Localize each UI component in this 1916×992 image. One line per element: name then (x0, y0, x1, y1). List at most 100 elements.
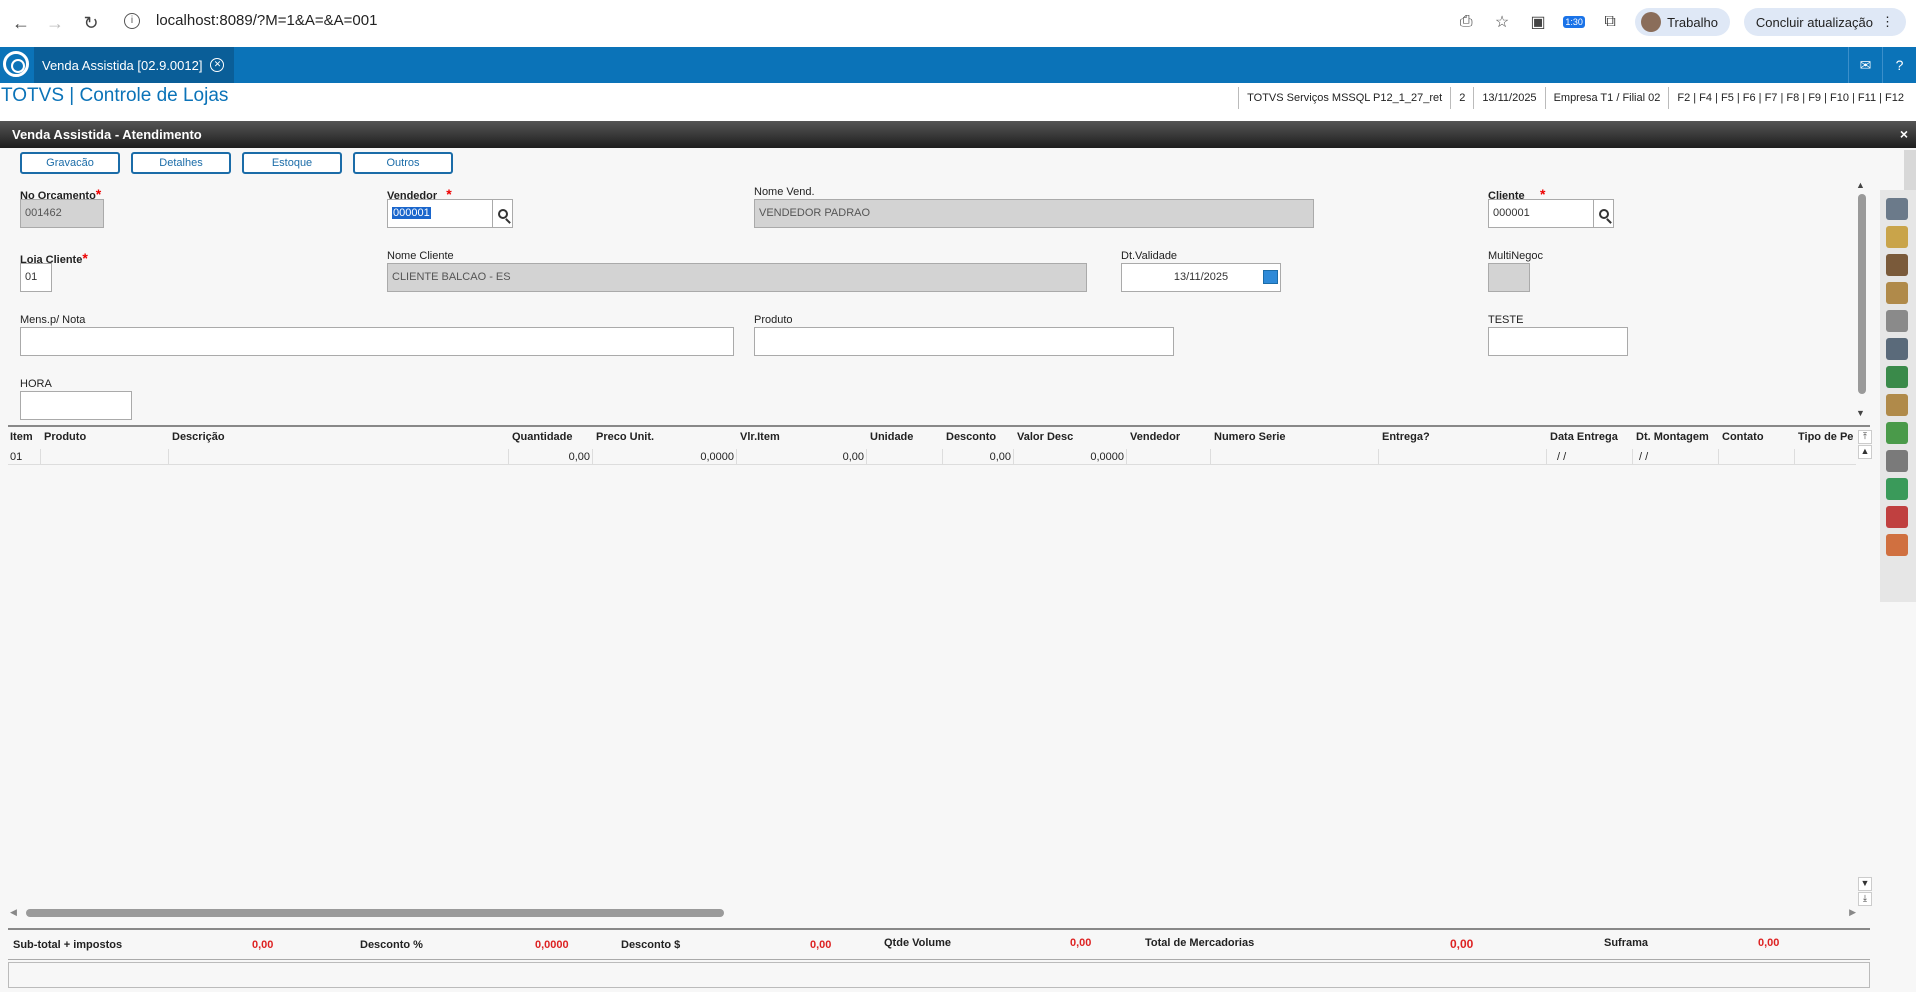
cell-numero-serie[interactable] (1211, 449, 1379, 465)
vendedor-search-icon[interactable] (492, 200, 512, 227)
search-document-icon[interactable] (1886, 310, 1908, 332)
site-info-icon[interactable]: i (124, 13, 140, 29)
tab-close-icon[interactable]: ✕ (210, 58, 225, 72)
produto-field[interactable] (754, 327, 1174, 356)
profile-button[interactable]: Trabalho (1635, 8, 1730, 36)
cell-data-entrega[interactable]: / / (1547, 449, 1633, 465)
exit-door-icon[interactable] (1886, 254, 1908, 276)
grid-down-icon[interactable]: ▼ (1858, 877, 1872, 891)
package-icon[interactable] (1886, 394, 1908, 416)
cell-item[interactable]: 01 (8, 449, 41, 465)
tab-venda-assistida[interactable]: Venda Assistida [02.9.0012] ✕ (34, 47, 235, 83)
col-desconto[interactable]: Desconto (946, 431, 996, 443)
dialog-close-icon[interactable]: × (1900, 126, 1908, 142)
outros-button[interactable]: Outros (353, 152, 453, 174)
form-scrollbar[interactable]: ▲ ▼ (1856, 180, 1868, 420)
truck-icon[interactable] (1886, 338, 1908, 360)
cell-preco-unit[interactable]: 0,0000 (593, 449, 737, 465)
cliente-field[interactable]: 000001 (1488, 199, 1614, 228)
detalhes-button[interactable]: Detalhes (131, 152, 231, 174)
gravacao-button[interactable]: Gravacão (20, 152, 120, 174)
key-icon[interactable] (1886, 450, 1908, 472)
grid-first-icon[interactable]: ⤒ (1858, 430, 1872, 444)
cliente-value: 000001 (1493, 207, 1530, 219)
cell-contato[interactable] (1719, 449, 1795, 465)
timer-extension-icon[interactable]: 1:30 (1563, 11, 1585, 33)
col-vlr-item[interactable]: Vlr.Item (740, 431, 780, 443)
teste-field[interactable] (1488, 327, 1628, 356)
estoque-button[interactable]: Estoque (242, 152, 342, 174)
reload-icon[interactable]: ↻ (76, 8, 106, 38)
grid-horizontal-scrollbar[interactable]: ◀ ▶ (10, 906, 1856, 920)
col-produto[interactable]: Produto (44, 431, 86, 443)
cell-valor-desc[interactable]: 0,0000 (1014, 449, 1127, 465)
scroll-up-icon[interactable]: ▲ (1856, 180, 1865, 190)
cell-desconto[interactable]: 0,00 (943, 449, 1014, 465)
table-row[interactable]: 01 0,00 0,0000 0,00 0,00 0,0000 / / / / (8, 449, 1856, 465)
col-data-entrega[interactable]: Data Entrega (1550, 431, 1618, 443)
mail-icon[interactable]: ✉ (1848, 47, 1882, 83)
form-scroll-thumb[interactable] (1858, 194, 1866, 394)
box-icon[interactable] (1886, 282, 1908, 304)
title-row: TOTVS | Controle de Lojas TOTVS Serviços… (0, 83, 1916, 121)
back-icon[interactable]: ← (6, 8, 36, 38)
update-button[interactable]: Concluir atualização ⋮ (1743, 8, 1906, 36)
refresh-green-icon[interactable] (1886, 478, 1908, 500)
calendar-icon[interactable] (1263, 270, 1278, 284)
col-contato[interactable]: Contato (1722, 431, 1764, 443)
grid-scroll-thumb[interactable] (26, 909, 724, 917)
cell-tipo-pedido[interactable] (1795, 449, 1856, 465)
profile-label: Trabalho (1667, 14, 1718, 30)
hora-field[interactable] (20, 391, 132, 420)
col-dt-montagem[interactable]: Dt. Montagem (1636, 431, 1709, 443)
address-bar[interactable]: localhost:8089/?M=1&A=&A=001 (156, 12, 377, 29)
col-item[interactable]: Item (10, 431, 33, 443)
col-valor-desc[interactable]: Valor Desc (1017, 431, 1073, 443)
dice-icon[interactable] (1886, 506, 1908, 528)
cell-descricao[interactable] (169, 449, 509, 465)
total-mercadorias-value: 0,00 (1450, 937, 1474, 951)
extension-icon[interactable]: ▣ (1527, 11, 1549, 33)
forward-icon[interactable]: → (40, 8, 70, 38)
save-disk-icon[interactable] (1886, 198, 1908, 220)
col-descricao[interactable]: Descrição (172, 431, 225, 443)
exchange-icon[interactable] (1886, 366, 1908, 388)
cliente-search-icon[interactable] (1593, 200, 1613, 227)
mens-nota-field[interactable] (20, 327, 734, 356)
col-tipo-pedido[interactable]: Tipo de Pe (1798, 431, 1856, 443)
cell-vendedor[interactable] (1127, 449, 1211, 465)
cell-produto[interactable] (41, 449, 169, 465)
col-numero-serie[interactable]: Numero Serie (1214, 431, 1286, 443)
col-entrega[interactable]: Entrega? (1382, 431, 1430, 443)
vendedor-field[interactable]: 000001 (387, 199, 513, 228)
cell-quantidade[interactable]: 0,00 (509, 449, 593, 465)
environment-info: TOTVS Serviços MSSQL P12_1_27_ret 2 13/1… (1238, 87, 1912, 109)
col-unidade[interactable]: Unidade (870, 431, 913, 443)
money-icon[interactable] (1886, 422, 1908, 444)
col-preco-unit[interactable]: Preco Unit. (596, 431, 654, 443)
cell-dt-montagem[interactable]: / / (1633, 449, 1719, 465)
col-vendedor[interactable]: Vendedor (1130, 431, 1180, 443)
extensions-puzzle-icon[interactable]: ⧉ (1599, 11, 1621, 33)
totvs-logo-icon[interactable] (3, 51, 29, 77)
grid-last-icon[interactable]: ⤓ (1858, 892, 1872, 906)
grid-nav-tools-bottom: ▼ ⤓ (1858, 877, 1872, 907)
edit-pencil-icon[interactable] (1886, 226, 1908, 248)
grid-up-icon[interactable]: ▲ (1858, 445, 1872, 459)
scroll-right-icon[interactable]: ▶ (1849, 907, 1856, 918)
col-quantidade[interactable]: Quantidade (512, 431, 573, 443)
scroll-down-icon[interactable]: ▼ (1856, 408, 1865, 418)
action-buttons: Gravacão Detalhes Estoque Outros (20, 152, 453, 174)
loja-cliente-field[interactable]: 01 (20, 263, 52, 292)
install-app-icon[interactable]: ⎙ (1455, 11, 1477, 33)
nome-vend-label: Nome Vend. (754, 186, 815, 198)
cell-unidade[interactable] (867, 449, 943, 465)
help-icon[interactable]: ? (1882, 47, 1916, 83)
function-keys[interactable]: F2 | F4 | F5 | F6 | F7 | F8 | F9 | F10 |… (1668, 87, 1912, 109)
cell-entrega[interactable] (1379, 449, 1547, 465)
bookmark-star-icon[interactable]: ☆ (1491, 11, 1513, 33)
dt-validade-field[interactable]: 13/11/2025 (1121, 263, 1281, 292)
scroll-left-icon[interactable]: ◀ (10, 907, 17, 918)
cell-vlr-item[interactable]: 0,00 (737, 449, 867, 465)
user-icon[interactable] (1886, 534, 1908, 556)
